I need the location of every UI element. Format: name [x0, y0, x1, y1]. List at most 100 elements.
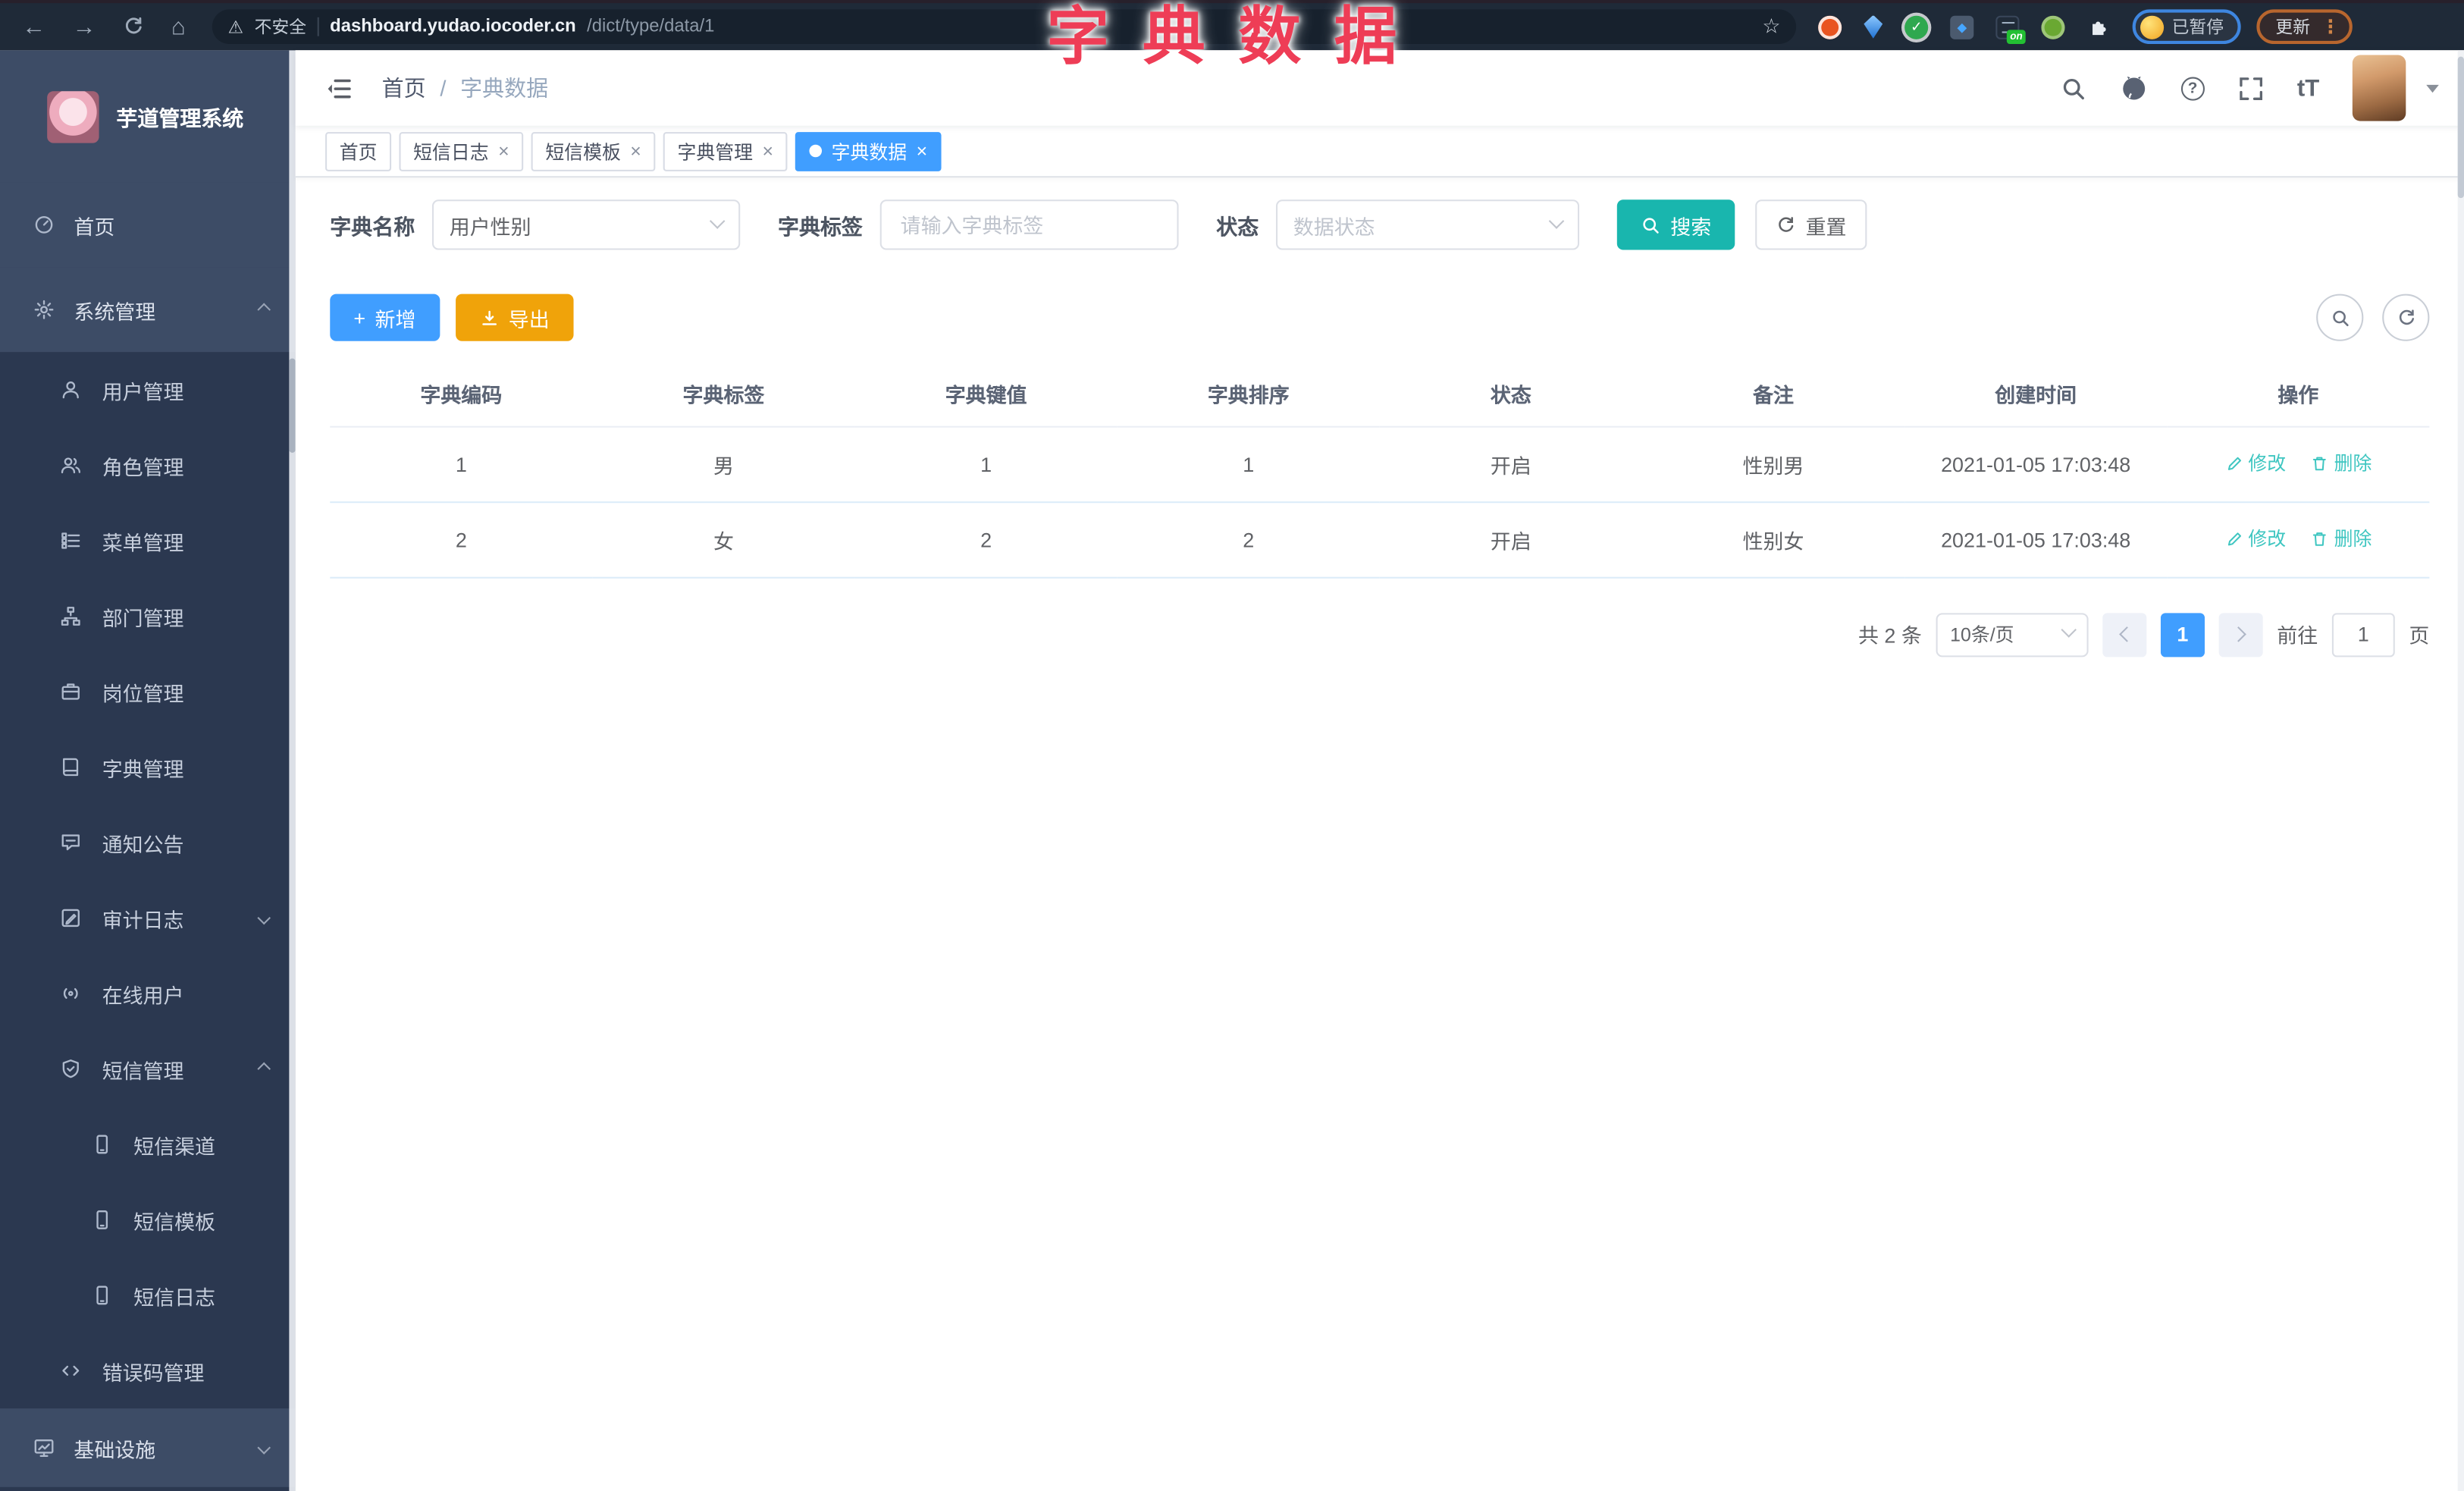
goto-page-input[interactable]	[2331, 612, 2395, 657]
sidebar-item-role[interactable]: 角色管理	[0, 428, 296, 503]
reload-icon[interactable]	[123, 16, 145, 38]
col-header: 状态	[1379, 363, 1642, 427]
sidebar-toggle-icon[interactable]	[325, 74, 352, 101]
tab-dict-data-active[interactable]: 字典数据 ×	[795, 131, 942, 171]
back-icon[interactable]: ←	[22, 15, 45, 39]
security-label[interactable]: 不安全	[255, 14, 306, 39]
search-icon[interactable]	[2060, 74, 2086, 101]
edit-link[interactable]: 修改	[2224, 526, 2286, 552]
table-tools	[2316, 293, 2430, 341]
sidebar-item-dept[interactable]: 部门管理	[0, 579, 296, 654]
app-logo[interactable]: 芋道管理系统	[0, 50, 296, 183]
reset-button[interactable]: 重置	[1755, 199, 1867, 250]
delete-link[interactable]: 删除	[2311, 526, 2372, 552]
prev-page-button[interactable]	[2102, 612, 2147, 657]
tab-close-icon[interactable]: ×	[917, 142, 928, 161]
refresh-table-button[interactable]	[2382, 293, 2430, 341]
sidebar-item-sms-log[interactable]: 短信日志	[0, 1257, 296, 1332]
phone-icon	[96, 1285, 108, 1305]
sidebar-item-errcode[interactable]: 错误码管理	[0, 1333, 296, 1408]
breadcrumb-home[interactable]: 首页	[382, 72, 426, 103]
dict-name-select[interactable]: 用户性别	[431, 199, 741, 250]
edit-link[interactable]: 修改	[2224, 450, 2286, 476]
sidebar-item-dict[interactable]: 字典管理	[0, 730, 296, 805]
extension-switch-icon[interactable]: on	[1995, 14, 2026, 43]
tab-close-icon[interactable]: ×	[762, 142, 773, 161]
sidebar: 芋道管理系统 首页 系统管理 用户管理 角色管理 菜单管理 部门管理 岗位管理 …	[0, 50, 296, 1491]
browser-update-button[interactable]: 更新 ⋮	[2256, 9, 2353, 45]
cell-remark: 性别女	[1641, 501, 1905, 578]
extension-check-icon[interactable]: ✓	[1904, 14, 1929, 39]
fullscreen-icon[interactable]	[2237, 74, 2264, 101]
header-actions: ? tT	[2060, 55, 2439, 121]
help-icon[interactable]: ?	[2180, 76, 2205, 100]
cell-created: 2021-01-05 17:03:48	[1904, 425, 2168, 503]
profile-status-label: 已暂停	[2171, 18, 2224, 38]
cell-label: 女	[592, 501, 855, 578]
caret-down-icon[interactable]	[2426, 83, 2439, 93]
active-tab-dot	[809, 144, 823, 158]
add-button[interactable]: + 新增	[330, 293, 440, 341]
tab-sms-log[interactable]: 短信日志 ×	[399, 131, 524, 171]
sidebar-item-user[interactable]: 用户管理	[0, 352, 296, 427]
font-size-icon[interactable]: tT	[2297, 74, 2319, 101]
extension-list-icon[interactable]: ◆	[1950, 14, 1974, 39]
kebab-menu-icon[interactable]: ⋮	[2321, 16, 2340, 38]
chevron-down-icon	[2061, 622, 2077, 638]
sidebar-item-home[interactable]: 首页	[0, 182, 296, 268]
status-select[interactable]: 数据状态	[1276, 199, 1580, 250]
sidebar-item-online[interactable]: 在线用户	[0, 956, 296, 1031]
page-size-select[interactable]: 10条/页	[1936, 612, 2089, 657]
dict-book-icon	[63, 758, 79, 777]
tab-close-icon[interactable]: ×	[630, 142, 641, 161]
sidebar-item-infra[interactable]: 基础设施	[0, 1408, 296, 1487]
delete-link[interactable]: 删除	[2311, 450, 2372, 476]
col-header: 操作	[2167, 363, 2430, 427]
url-path[interactable]: /dict/type/data/1	[587, 17, 714, 36]
extension-gem-icon[interactable]	[1864, 14, 1883, 39]
github-icon[interactable]	[2120, 74, 2148, 102]
show-search-button[interactable]	[2316, 293, 2364, 341]
user-avatar[interactable]	[2352, 55, 2406, 121]
cell-label: 男	[592, 425, 855, 503]
bookmark-star-icon[interactable]: ☆	[1762, 14, 1780, 39]
sidebar-scrollbar[interactable]	[289, 50, 296, 1491]
table-row: 1 男 1 1 开启 性别男 2021-01-05 17:03:48 修改 删除	[330, 425, 2430, 503]
cell-status: 开启	[1379, 501, 1642, 578]
sidebar-item-audit[interactable]: 审计日志	[0, 880, 296, 956]
address-bar[interactable]: ⚠ 不安全 dashboard.yudao.iocoder.cn/dict/ty…	[212, 9, 1797, 45]
trash-icon	[2313, 457, 2327, 470]
extension-orange-icon[interactable]	[1818, 14, 1842, 39]
browser-profile-chip[interactable]: 已暂停	[2132, 9, 2241, 45]
content-area: 首页 / 字典数据 ? tT 首页 短信日志 × 短信模板 × 字典管理 × 字…	[295, 50, 2464, 1491]
org-tree-icon	[61, 607, 80, 626]
url-host[interactable]: dashboard.yudao.iocoder.cn	[330, 17, 576, 36]
search-button[interactable]: 搜索	[1616, 199, 1735, 250]
forward-icon[interactable]: →	[72, 15, 96, 39]
total-count: 共 2 条	[1857, 623, 1922, 648]
sidebar-item-system[interactable]: 系统管理	[0, 267, 296, 353]
export-button[interactable]: 导出	[455, 293, 573, 341]
phone-icon	[96, 1135, 108, 1154]
tab-close-icon[interactable]: ×	[498, 142, 509, 161]
dict-name-label: 字典名称	[330, 215, 415, 240]
extensions-puzzle-icon[interactable]	[2087, 15, 2111, 39]
sidebar-item-sms[interactable]: 短信管理	[0, 1031, 296, 1106]
sidebar-item-notice[interactable]: 通知公告	[0, 805, 296, 880]
tab-sms-template[interactable]: 短信模板 ×	[531, 131, 656, 171]
current-page[interactable]: 1	[2160, 612, 2205, 657]
col-header: 字典键值	[854, 363, 1118, 427]
home-icon[interactable]: ⌂	[171, 15, 186, 39]
address-separator	[317, 17, 319, 36]
sidebar-item-post[interactable]: 岗位管理	[0, 654, 296, 729]
dict-label-input[interactable]	[897, 211, 1161, 239]
tab-home[interactable]: 首页	[325, 131, 392, 171]
sidebar-item-sms-template[interactable]: 短信模板	[0, 1182, 296, 1257]
sidebar-item-sms-channel[interactable]: 短信渠道	[0, 1106, 296, 1182]
sidebar-item-menu[interactable]: 菜单管理	[0, 503, 296, 578]
dict-label-input-wrap	[879, 199, 1179, 250]
extension-leaf-icon[interactable]	[2041, 14, 2065, 39]
tab-dict-manage[interactable]: 字典管理 ×	[663, 131, 788, 171]
page-scrollbar[interactable]	[2457, 50, 2464, 1491]
next-page-button[interactable]	[2218, 612, 2263, 657]
